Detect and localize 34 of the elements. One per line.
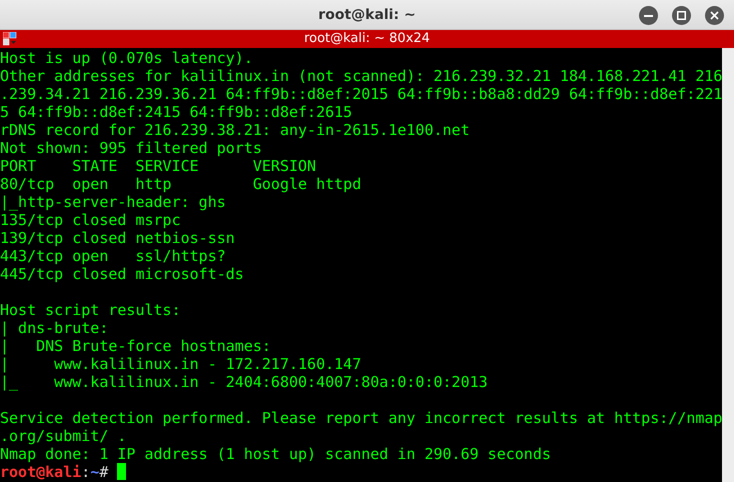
terminal-output-line: |_ www.kalilinux.in - 2404:6800:4007:80a:0:0:0:2013	[0, 373, 489, 391]
terminal-output-line: .org/submit/ .	[0, 427, 128, 445]
terminal-app-icon[interactable]	[3, 32, 17, 46]
scrollbar[interactable]	[722, 48, 734, 482]
terminal-output-line: |_http-server-header: ghs	[0, 193, 227, 211]
terminal-output-line: Host script results:	[0, 301, 182, 319]
terminal-output-line: 443/tcp open ssl/https?	[0, 247, 227, 265]
close-icon	[710, 11, 719, 20]
minimize-button[interactable]	[639, 6, 658, 25]
prompt-symbol: #	[99, 463, 108, 481]
prompt-separator: :	[81, 463, 90, 481]
terminal-output-line: Other addresses for kalilinux.in (not scanned): 216.239.32.21 184.168.221.41 216	[0, 67, 722, 85]
terminal-title: root@kali: ~ 80x24	[304, 30, 430, 48]
terminal-output-line: Service detection performed. Please report any incorrect results at https://nmap	[0, 409, 722, 427]
terminal-output-line: PORT STATE SERVICE VERSION	[0, 157, 318, 175]
terminal-output-line: Host is up (0.070s latency).	[0, 49, 254, 67]
terminal-output-line: | www.kalilinux.in - 172.217.160.147	[0, 355, 362, 373]
terminal-output-line: .239.34.21 216.239.36.21 64:ff9b::d8ef:2015 64:ff9b::b8a8:dd29 64:ff9b::d8ef:221	[0, 85, 722, 103]
prompt-user-host: root@kali	[0, 463, 82, 481]
terminal-output-line: 445/tcp closed microsoft-ds	[0, 265, 245, 283]
terminal-output-line: Not shown: 995 filtered ports	[0, 139, 263, 157]
terminal-output-line: | DNS Brute-force hostnames:	[0, 337, 272, 355]
terminal-output-line: 139/tcp closed netbios-ssn	[0, 229, 236, 247]
terminal-output-line: 80/tcp open http Google httpd	[0, 175, 362, 193]
terminal-output-line: Nmap done: 1 IP address (1 host up) scanned in 290.69 seconds	[0, 445, 552, 463]
maximize-icon	[677, 11, 686, 20]
terminal-output-line: 135/tcp closed msrpc	[0, 211, 182, 229]
terminal-output-line: 5 64:ff9b::d8ef:2415 64:ff9b::d8ef:2615	[0, 103, 354, 121]
close-button[interactable]	[705, 6, 724, 25]
terminal-output-line: rDNS record for 216.239.38.21: any-in-2615.1e100.net	[0, 121, 471, 139]
terminal-output-line: | dns-brute:	[0, 319, 110, 337]
maximize-button[interactable]	[672, 6, 691, 25]
prompt-path: ~	[90, 463, 100, 481]
window-title: root@kali: ~	[318, 6, 416, 22]
